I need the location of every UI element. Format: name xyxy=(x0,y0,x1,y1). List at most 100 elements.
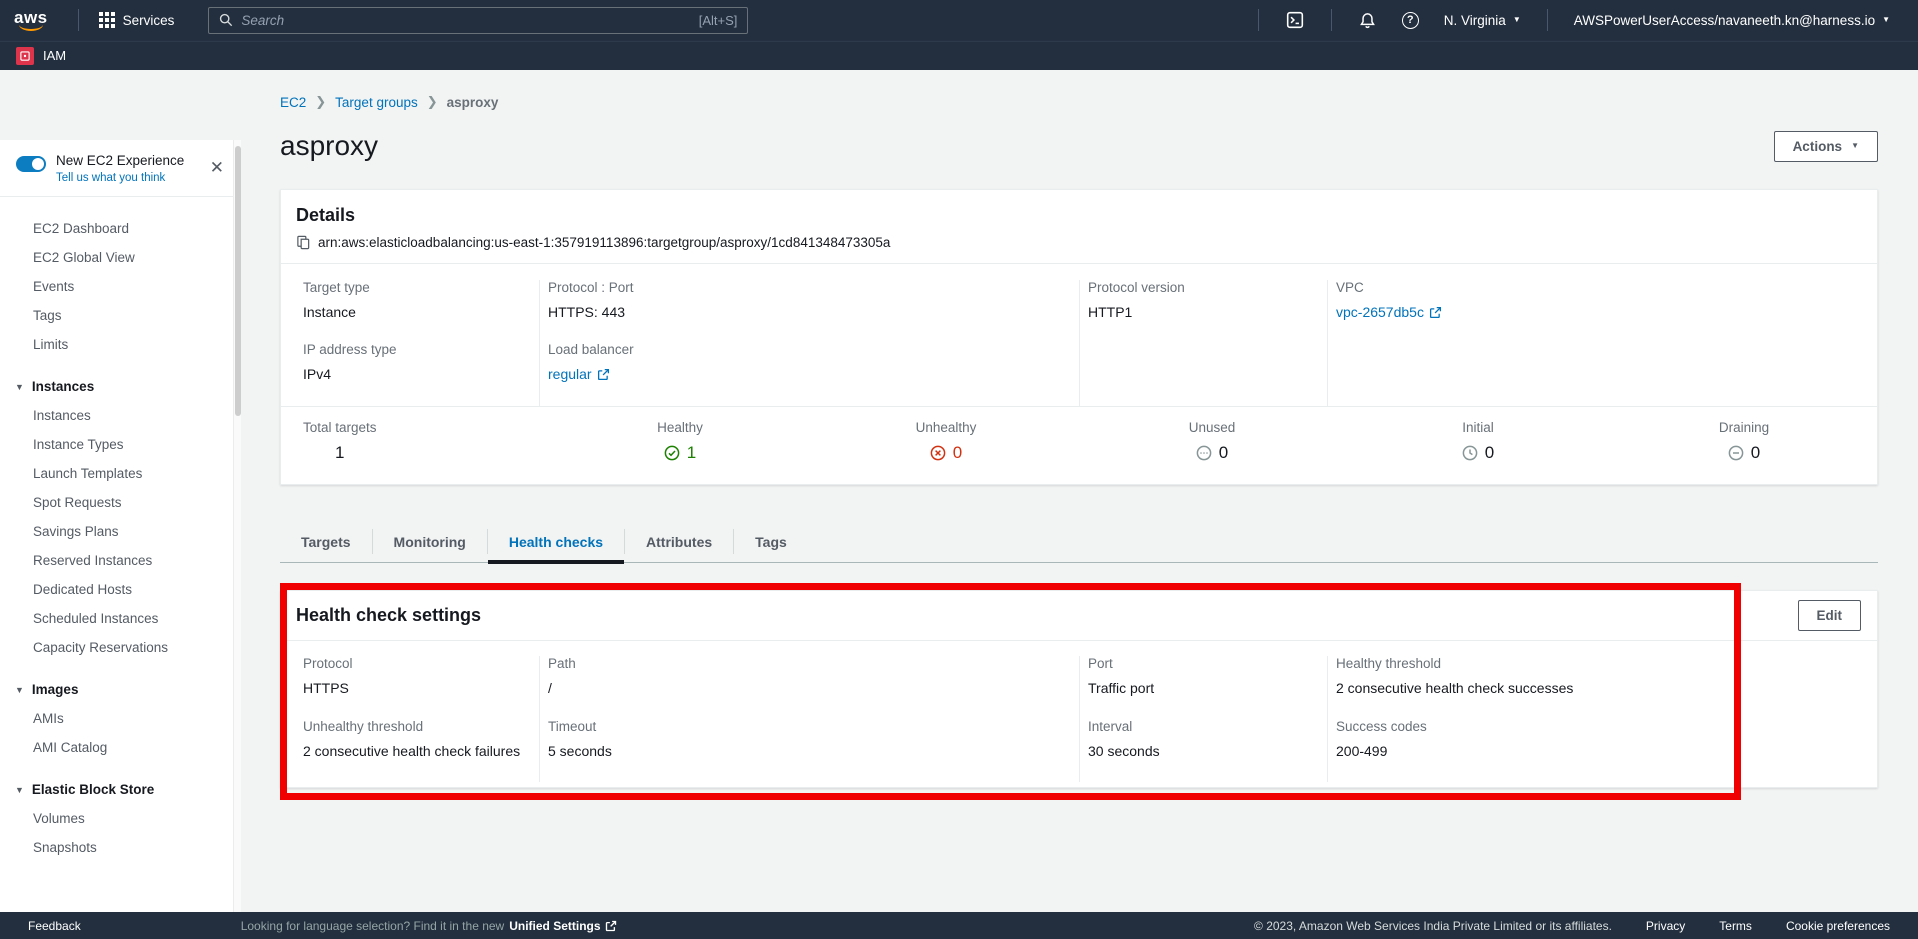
field-label: Unhealthy threshold xyxy=(303,719,523,734)
ip-address-type-value: IPv4 xyxy=(303,366,523,382)
hc-path-value: / xyxy=(548,680,1063,696)
sidebar-item-snapshots[interactable]: Snapshots xyxy=(0,833,240,862)
breadcrumb-separator: ❯ xyxy=(427,94,438,110)
sidebar-item-amis[interactable]: AMIs xyxy=(0,704,240,733)
close-icon[interactable]: ✕ xyxy=(210,159,224,176)
scrollbar-thumb[interactable] xyxy=(235,146,241,416)
field-label: Timeout xyxy=(548,719,1063,734)
field-label: Path xyxy=(548,656,1063,671)
search-input[interactable] xyxy=(241,13,698,28)
aws-console-screen: aws Services [Alt+S] xyxy=(0,0,1918,939)
services-label: Services xyxy=(123,13,175,28)
targets-summary: Total targets 1 Healthy 1 Unhealthy xyxy=(281,406,1877,484)
aws-logo[interactable]: aws xyxy=(14,10,48,31)
cloudshell-terminal-icon xyxy=(1286,11,1304,29)
recently-visited-bar: IAM xyxy=(0,40,1918,70)
bell-icon xyxy=(1359,12,1376,29)
tab-attributes[interactable]: Attributes xyxy=(625,521,733,562)
sidebar-section-instances[interactable]: ▼Instances xyxy=(0,372,240,401)
help-button[interactable]: ? xyxy=(1389,0,1432,40)
sidebar-item-events[interactable]: Events xyxy=(0,272,240,301)
sidebar-section-elastic-block-store[interactable]: ▼Elastic Block Store xyxy=(0,775,240,804)
summary-unhealthy: Unhealthy 0 xyxy=(813,420,1079,466)
edit-button[interactable]: Edit xyxy=(1798,600,1862,631)
console-footer: Feedback Looking for language selection?… xyxy=(0,912,1918,939)
sidebar-item-volumes[interactable]: Volumes xyxy=(0,804,240,833)
sidebar-section-images[interactable]: ▼Images xyxy=(0,675,240,704)
cookie-preferences-link[interactable]: Cookie preferences xyxy=(1786,919,1890,933)
hc-success-codes-value: 200-499 xyxy=(1336,743,1861,759)
field-label: Protocol xyxy=(303,656,523,671)
summary-initial: Initial 0 xyxy=(1345,420,1611,466)
search-shortcut-hint: [Alt+S] xyxy=(699,13,738,28)
feedback-link[interactable]: Feedback xyxy=(28,919,81,933)
search-box[interactable]: [Alt+S] xyxy=(208,7,748,34)
breadcrumb-target-groups-link[interactable]: Target groups xyxy=(335,95,418,110)
sidebar-item-spot-requests[interactable]: Spot Requests xyxy=(0,488,240,517)
external-link-icon xyxy=(1429,306,1442,319)
field-label: Healthy threshold xyxy=(1336,656,1861,671)
field-label: Success codes xyxy=(1336,719,1861,734)
vpc-link[interactable]: vpc-2657db5c xyxy=(1336,304,1442,320)
sidebar-item-tags[interactable]: Tags xyxy=(0,301,240,330)
new-experience-toggle[interactable] xyxy=(16,156,46,172)
protocol-version-value: HTTP1 xyxy=(1088,304,1311,320)
tab-tags[interactable]: Tags xyxy=(734,521,808,562)
field-label: Protocol : Port xyxy=(548,280,1063,295)
sidebar-item-capacity-reservations[interactable]: Capacity Reservations xyxy=(0,633,240,662)
health-check-settings-card: Health check settings Edit ProtocolHTTPS… xyxy=(280,590,1878,788)
toggle-knob xyxy=(32,158,44,170)
cloudshell-button[interactable] xyxy=(1273,0,1317,40)
region-selector[interactable]: N. Virginia ▼ xyxy=(1432,0,1533,40)
health-check-grid: ProtocolHTTPS Unhealthy threshold2 conse… xyxy=(281,641,1877,782)
sidebar-item-ami-catalog[interactable]: AMI Catalog xyxy=(0,733,240,762)
summary-total-targets: Total targets 1 xyxy=(281,420,547,466)
sidebar-item-dedicated-hosts[interactable]: Dedicated Hosts xyxy=(0,575,240,604)
load-balancer-link[interactable]: regular xyxy=(548,366,610,382)
services-menu-button[interactable]: Services xyxy=(93,0,181,40)
privacy-link[interactable]: Privacy xyxy=(1646,919,1685,933)
account-menu[interactable]: AWSPowerUserAccess/navaneeth.kn@harness.… xyxy=(1562,0,1902,40)
tab-targets[interactable]: Targets xyxy=(280,521,372,562)
health-check-settings-title: Health check settings xyxy=(296,605,481,626)
sidebar-item-scheduled-instances[interactable]: Scheduled Instances xyxy=(0,604,240,633)
help-icon: ? xyxy=(1402,12,1419,29)
terms-link[interactable]: Terms xyxy=(1719,919,1752,933)
copy-icon[interactable] xyxy=(296,235,311,250)
field-label: VPC xyxy=(1336,280,1861,295)
protocol-port-value: HTTPS: 443 xyxy=(548,304,1063,320)
external-link-icon xyxy=(605,920,617,932)
details-card: Details arn:aws:elasticloadbalancing:us-… xyxy=(280,189,1878,485)
tab-health-checks[interactable]: Health checks xyxy=(488,521,624,562)
sidebar-item-limits[interactable]: Limits xyxy=(0,330,240,359)
notifications-button[interactable] xyxy=(1346,0,1389,40)
sidebar-item-reserved-instances[interactable]: Reserved Instances xyxy=(0,546,240,575)
tab-monitoring[interactable]: Monitoring xyxy=(373,521,487,562)
actions-button[interactable]: Actions ▼ xyxy=(1774,131,1878,162)
iam-shortcut-label[interactable]: IAM xyxy=(43,48,66,63)
details-title: Details xyxy=(296,205,1861,226)
check-circle-icon xyxy=(664,445,680,461)
field-label: Protocol version xyxy=(1088,280,1311,295)
unified-settings-link[interactable]: Unified Settings xyxy=(509,919,616,933)
sidebar-item-instances[interactable]: Instances xyxy=(0,401,240,430)
sidebar-item-ec2-dashboard[interactable]: EC2 Dashboard xyxy=(0,214,240,243)
sidebar-item-launch-templates[interactable]: Launch Templates xyxy=(0,459,240,488)
sidebar-scrollbar[interactable] xyxy=(233,140,241,912)
sidebar-item-instance-types[interactable]: Instance Types xyxy=(0,430,240,459)
breadcrumb-ec2-link[interactable]: EC2 xyxy=(280,95,306,110)
hc-interval-value: 30 seconds xyxy=(1088,743,1311,759)
details-grid: Target typeInstance IP address typeIPv4 … xyxy=(281,264,1877,406)
iam-service-icon[interactable] xyxy=(16,47,34,65)
hc-healthy-threshold-value: 2 consecutive health check successes xyxy=(1336,680,1861,696)
field-label: Interval xyxy=(1088,719,1311,734)
summary-draining: Draining 0 xyxy=(1611,420,1877,466)
field-label: Target type xyxy=(303,280,523,295)
ellipsis-circle-icon xyxy=(1196,445,1212,461)
aws-logo-text: aws xyxy=(14,10,48,25)
sidebar-item-savings-plans[interactable]: Savings Plans xyxy=(0,517,240,546)
sidebar-nav: EC2 Dashboard EC2 Global View Events Tag… xyxy=(0,197,240,862)
sidebar-item-ec2-global-view[interactable]: EC2 Global View xyxy=(0,243,240,272)
hc-port-value: Traffic port xyxy=(1088,680,1311,696)
tell-us-link[interactable]: Tell us what you think xyxy=(56,172,165,184)
